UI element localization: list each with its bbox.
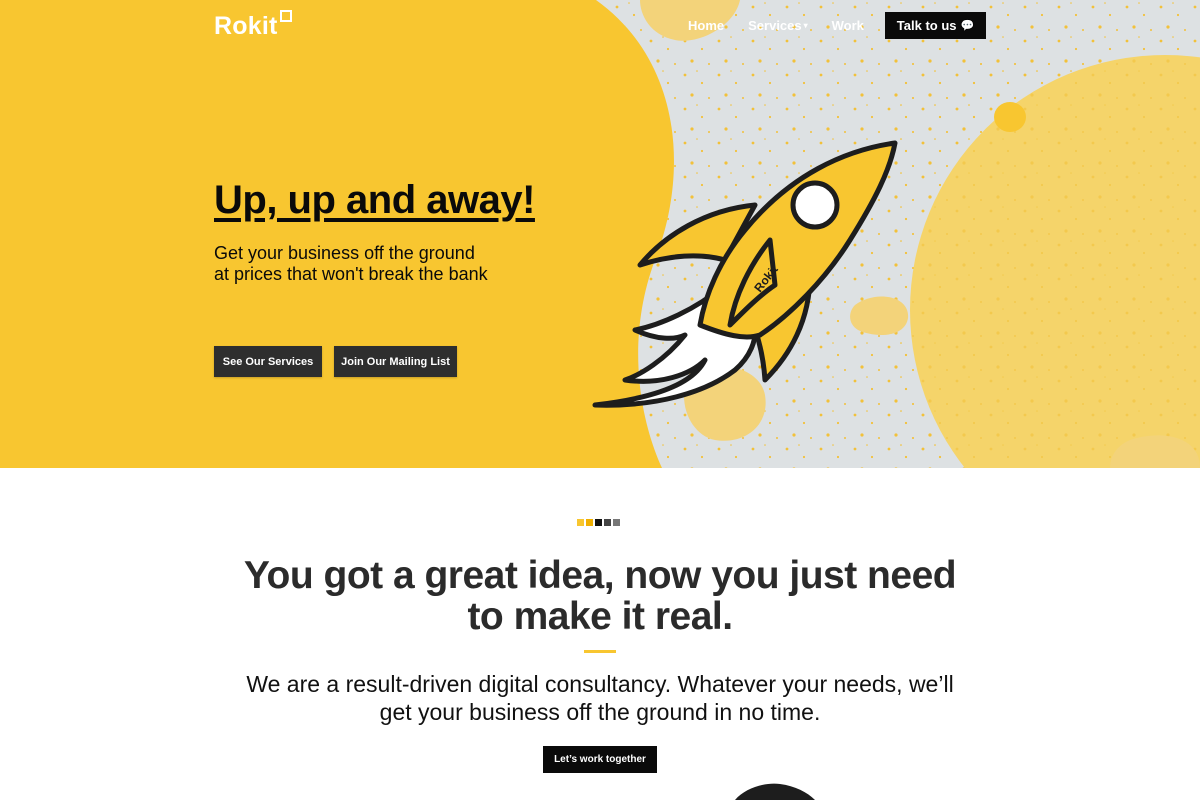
swatch-yellow [577,519,584,526]
nav-services-label: Services [748,18,802,33]
chevron-down-icon: ▾ [803,21,808,30]
intro-headline-line1: You got a great idea, now you just need [243,554,957,597]
intro-headline-line2: to make it real. [467,595,733,638]
swatch-gray [613,519,620,526]
speech-bubble-icon: 💬 [960,20,975,32]
nav-services[interactable]: Services ▾ [748,18,808,33]
work-together-button[interactable]: Let’s work together [543,746,657,773]
hero-title: Up, up and away! [214,178,535,222]
color-swatch-dots [577,519,622,526]
nav-home[interactable]: Home [688,18,724,33]
intro-lead: We are a result-driven digital consultan… [150,670,1050,726]
rocket-illustration: Rokit [592,140,898,408]
intro-lead-line1: We are a result-driven digital consultan… [246,671,954,697]
nav-work[interactable]: Work [832,18,864,33]
intro-lead-line2: get your business off the ground in no t… [379,699,821,725]
see-services-button[interactable]: See Our Services [214,346,322,377]
join-mailing-list-button[interactable]: Join Our Mailing List [334,346,457,377]
logo-square-icon [279,10,292,22]
intro-headline: You got a great idea, now you just need … [150,555,1050,637]
talk-to-us-button[interactable]: Talk to us 💬 [885,12,986,39]
talk-button-label: Talk to us [896,18,957,33]
main-nav: Home Services ▾ Work [688,18,888,33]
partial-illustration [735,783,815,800]
swatch-dark-gray [604,519,611,526]
hero-subtitle: Get your business off the ground at pric… [214,243,488,285]
swatch-black [595,519,602,526]
accent-divider [584,650,616,653]
hero-subtitle-line1: Get your business off the ground [214,243,475,263]
brand-logo[interactable]: Rokit [214,10,292,44]
hero-section: Rokit Home Services ▾ Work Talk to us 💬 … [0,0,1200,468]
hero-subtitle-line2: at prices that won't break the bank [214,264,488,284]
swatch-amber [586,519,593,526]
brand-name: Rokit [214,12,278,40]
